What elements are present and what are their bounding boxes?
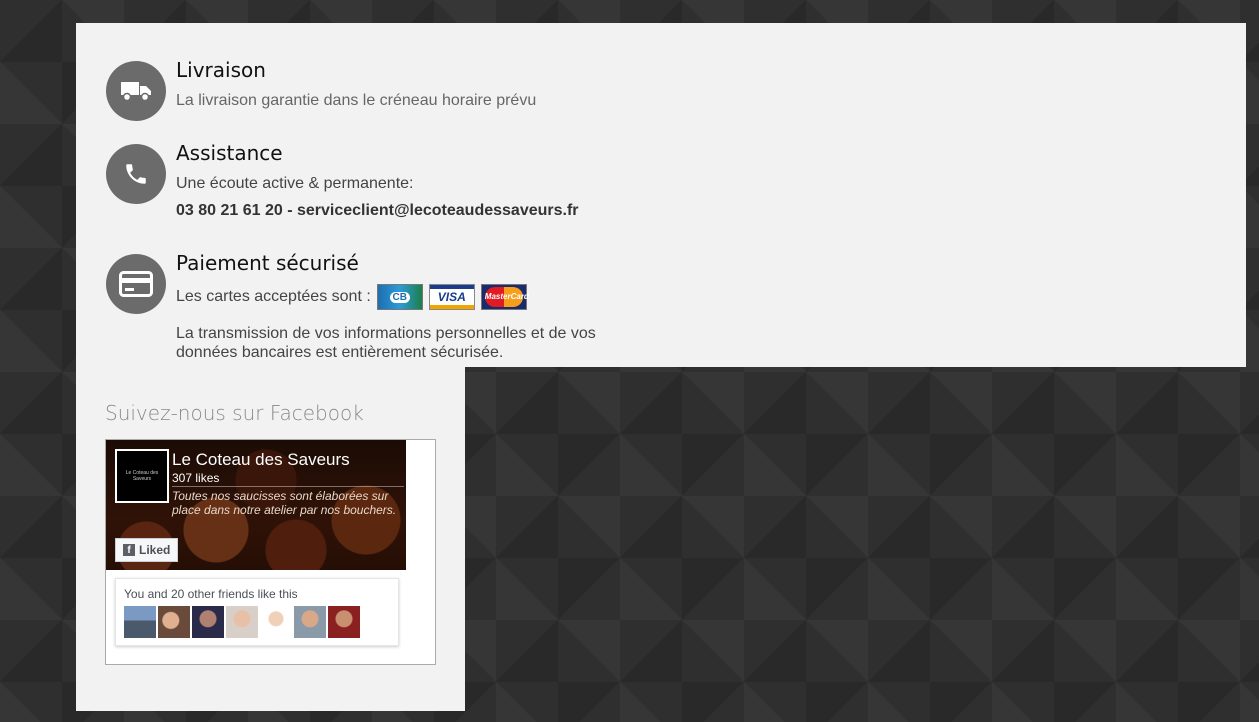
truck-icon <box>106 61 166 121</box>
facebook-likes-count: 307 likes <box>172 471 220 485</box>
friends-like-text: You and 20 other friends like this <box>124 587 298 601</box>
phone-icon <box>106 144 166 204</box>
delivery-text: La livraison garantie dans le créneau ho… <box>176 92 537 109</box>
visa-card-logo: VISA <box>428 284 475 310</box>
assistance-title: Assistance <box>176 141 283 165</box>
facebook-icon: f <box>123 544 135 556</box>
facebook-page-widget: Le Coteau des Saveurs Le Coteau des Save… <box>105 439 436 665</box>
facebook-page-description: Toutes nos saucisses sont élaborées sur … <box>172 486 404 517</box>
avatar[interactable] <box>328 606 360 638</box>
facebook-heading: Suivez-nous sur Facebook <box>105 401 364 425</box>
delivery-title: Livraison <box>176 58 266 82</box>
mastercard-card-logo: MasterCard <box>480 284 529 310</box>
credit-card-icon <box>106 254 166 314</box>
secure-payment-text: La transmission de vos informations pers… <box>176 325 596 361</box>
facebook-page-logo[interactable]: Le Coteau des Saveurs <box>115 449 169 503</box>
avatar[interactable] <box>158 606 190 638</box>
avatar[interactable] <box>260 606 292 638</box>
facebook-friends-box: You and 20 other friends like this <box>115 578 399 646</box>
facebook-panel: Suivez-nous sur Facebook Le Coteau des S… <box>76 367 465 711</box>
payment-title: Paiement sécurisé <box>176 251 359 275</box>
facebook-liked-button[interactable]: f Liked <box>115 538 179 562</box>
accepted-cards: Les cartes acceptées sont : CB VISA Mast… <box>176 284 533 310</box>
assistance-contact[interactable]: 03 80 21 61 20 - serviceclient@lecoteaud… <box>176 202 579 220</box>
cb-card-logo: CB <box>376 284 423 310</box>
facebook-page-name[interactable]: Le Coteau des Saveurs <box>172 450 350 470</box>
liked-label: Liked <box>139 543 171 557</box>
friends-avatars <box>124 606 362 638</box>
avatar[interactable] <box>226 606 258 638</box>
services-panel: Livraison La livraison garantie dans le … <box>76 23 1246 367</box>
cards-label: Les cartes acceptées sont : <box>176 288 371 305</box>
avatar[interactable] <box>124 606 156 638</box>
facebook-cover-image[interactable]: Le Coteau des Saveurs Le Coteau des Save… <box>106 440 406 570</box>
avatar[interactable] <box>192 606 224 638</box>
assistance-text: Une écoute active & permanente: <box>176 175 414 192</box>
avatar[interactable] <box>294 606 326 638</box>
